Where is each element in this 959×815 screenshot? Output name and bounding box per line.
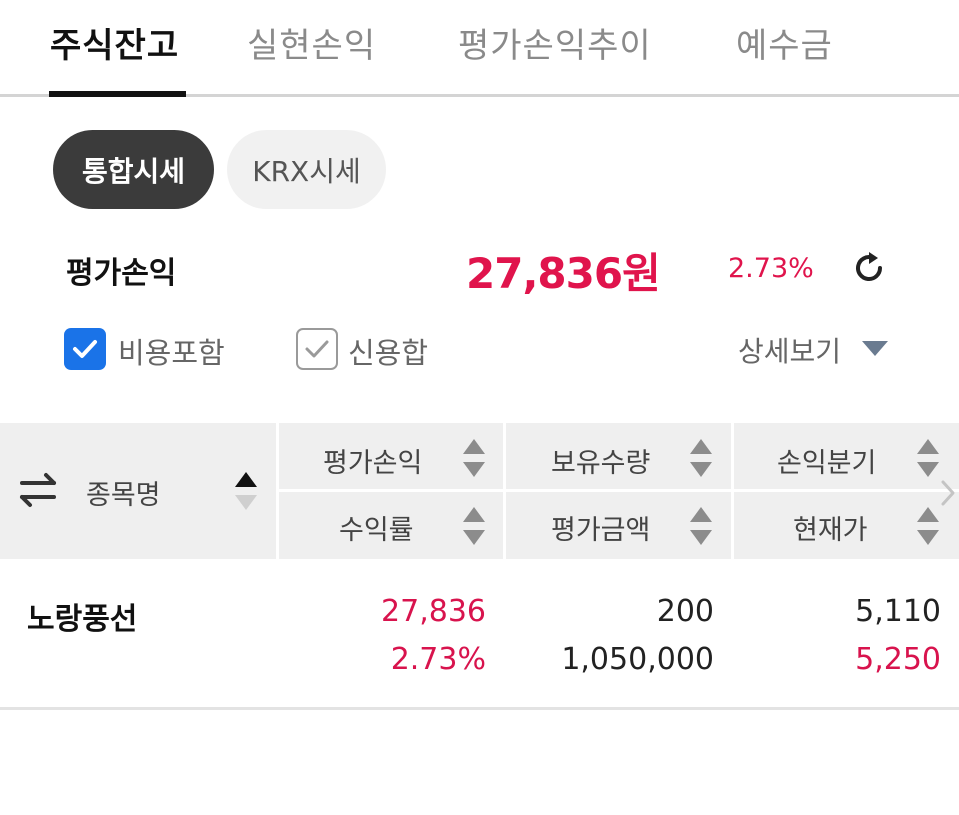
sort-breakeven-icon[interactable] xyxy=(917,439,939,479)
sort-return-rate-icon[interactable] xyxy=(463,507,485,547)
refresh-icon[interactable] xyxy=(850,249,888,287)
active-tab-indicator xyxy=(49,91,186,97)
sort-eval-pl-icon[interactable] xyxy=(463,439,485,479)
tab-realized-pl[interactable]: 실현손익 xyxy=(247,18,376,67)
tab-valuation-trend[interactable]: 평가손익추이 xyxy=(458,18,652,67)
credit-sum-checkbox[interactable] xyxy=(296,328,338,370)
sort-eval-amount-icon[interactable] xyxy=(690,507,712,547)
krx-price-button[interactable]: KRX시세 xyxy=(227,130,386,209)
column-settings-icon[interactable] xyxy=(18,470,58,510)
top-tab-bar: 주식잔고 실현손익 평가손익추이 예수금 xyxy=(0,0,959,97)
include-fees-label: 비용포함 xyxy=(118,336,225,370)
dropdown-arrow-icon[interactable] xyxy=(862,341,888,356)
header-quantity[interactable]: 보유수량 xyxy=(551,441,650,480)
eval-amount-value: 1,050,000 xyxy=(561,642,714,677)
return-rate-value: 2.73% xyxy=(390,642,486,677)
quantity-value: 200 xyxy=(656,594,714,629)
current-price-value: 5,250 xyxy=(855,642,941,677)
stock-name[interactable]: 노랑풍선 xyxy=(27,594,137,638)
breakeven-value: 5,110 xyxy=(855,594,941,629)
table-header: 종목명 평가손익 보유수량 손익분기 수익률 평가금액 현재가 xyxy=(0,423,959,559)
integrated-price-button[interactable]: 통합시세 xyxy=(53,130,214,209)
header-eval-amount[interactable]: 평가금액 xyxy=(551,508,650,547)
header-return-rate[interactable]: 수익률 xyxy=(339,508,414,547)
tab-stock-balance[interactable]: 주식잔고 xyxy=(50,18,179,67)
eval-pl-value: 27,836 xyxy=(381,594,486,629)
tab-deposit[interactable]: 예수금 xyxy=(736,18,833,67)
header-current-price[interactable]: 현재가 xyxy=(793,508,868,547)
summary-label: 평가손익 xyxy=(66,256,177,291)
row-divider xyxy=(0,707,959,710)
sort-name-icon[interactable] xyxy=(235,472,257,512)
chevron-right-icon[interactable] xyxy=(938,478,958,508)
sort-current-price-icon[interactable] xyxy=(917,507,939,547)
credit-sum-label: 신용합 xyxy=(348,336,429,370)
checkmark-icon xyxy=(305,340,329,358)
summary-rate: 2.73% xyxy=(728,253,814,284)
header-name[interactable]: 종목명 xyxy=(86,473,161,512)
checkmark-icon xyxy=(73,340,97,358)
header-breakeven[interactable]: 손익분기 xyxy=(777,441,876,480)
sort-quantity-icon[interactable] xyxy=(690,439,712,479)
include-fees-checkbox[interactable] xyxy=(64,328,106,370)
header-divider xyxy=(279,489,959,492)
detail-view-button[interactable]: 상세보기 xyxy=(738,330,841,370)
summary-amount: 27,836원 xyxy=(466,249,661,298)
header-eval-pl[interactable]: 평가손익 xyxy=(323,441,422,480)
